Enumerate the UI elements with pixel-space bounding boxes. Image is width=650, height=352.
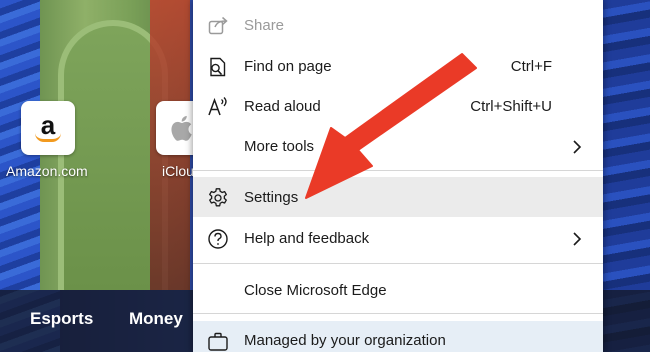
menu-item-label: Close Microsoft Edge xyxy=(244,281,387,299)
menu-item-label: Share xyxy=(244,16,285,34)
chevron-right-icon xyxy=(573,232,582,246)
menu-item-read-aloud[interactable]: Read aloud Ctrl+Shift+U xyxy=(193,86,603,126)
find-icon xyxy=(210,57,226,77)
menu-item-find-on-page[interactable]: Find on page Ctrl+F xyxy=(193,46,603,86)
feed-tab-esports[interactable]: Esports xyxy=(30,309,93,329)
share-icon xyxy=(208,16,228,35)
quick-link-amazon[interactable]: a xyxy=(21,101,75,155)
read-aloud-icon xyxy=(208,97,227,116)
menu-separator xyxy=(193,170,603,171)
menu-item-shortcut: Ctrl+Shift+U xyxy=(470,97,552,115)
quick-link-label[interactable]: Amazon.com xyxy=(6,163,88,179)
menu-item-shortcut: Ctrl+F xyxy=(510,57,552,75)
menu-item-help-and-feedback[interactable]: Help and feedback xyxy=(193,218,603,258)
quick-link-label[interactable]: iCloud xyxy=(162,163,196,179)
amazon-smile-icon xyxy=(35,133,61,142)
menu-item-label: More tools xyxy=(244,137,315,155)
menu-item-settings[interactable]: Settings xyxy=(193,177,603,217)
chevron-right-icon xyxy=(573,140,582,154)
feed-tab-money[interactable]: Money xyxy=(129,309,183,329)
gear-icon xyxy=(209,188,227,207)
menu-separator xyxy=(193,263,603,264)
menu-item-more-tools[interactable]: More tools xyxy=(193,126,603,166)
menu-item-label: Managed by your organization xyxy=(244,332,446,349)
briefcase-icon xyxy=(208,332,228,351)
question-icon xyxy=(208,229,228,249)
menu-item-label: Read aloud xyxy=(244,97,321,115)
menu-separator xyxy=(193,313,603,314)
menu-item-label: Settings xyxy=(244,188,299,206)
menu-item-share[interactable]: Share xyxy=(193,5,603,45)
menu-item-managed-by-organization[interactable]: Managed by your organization xyxy=(193,321,603,352)
settings-and-more-menu: Share Find on page Ctrl+F Read aloud Ctr… xyxy=(193,0,603,352)
menu-item-label: Find on page xyxy=(244,57,332,75)
menu-item-label: Help and feedback xyxy=(244,229,370,247)
menu-item-close-edge[interactable]: Close Microsoft Edge xyxy=(193,270,603,310)
